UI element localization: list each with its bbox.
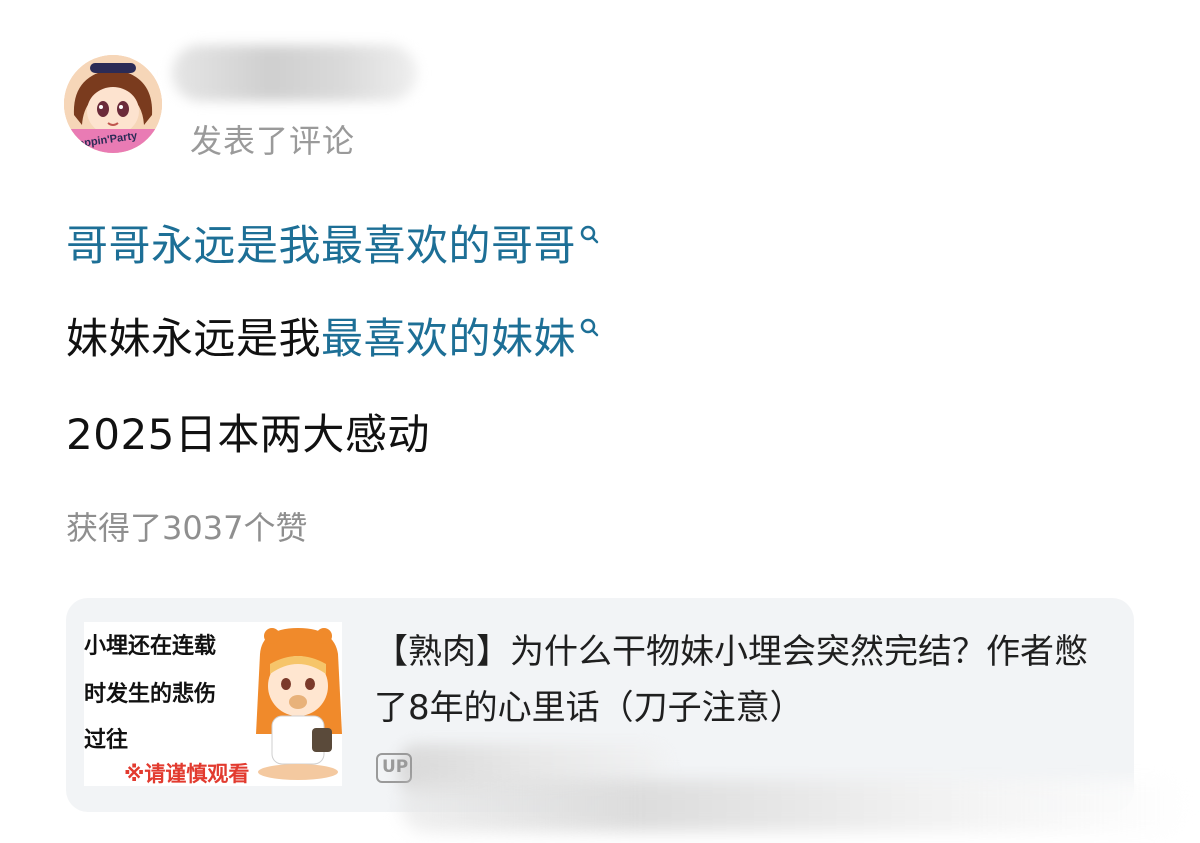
video-thumbnail[interactable]: 小埋还在连载 时发生的悲伤 过往 ※请谨慎观看 — [84, 622, 342, 786]
thumbnail-caption-1: 小埋还在连载 — [84, 634, 217, 659]
avatar[interactable]: Poppin'Party — [64, 55, 162, 153]
search-link-2[interactable]: 最喜欢的妹妹 — [321, 314, 576, 363]
search-icon[interactable] — [578, 317, 600, 343]
comment-line-1: 哥哥永远是我最喜欢的哥哥 — [66, 220, 600, 272]
search-link-1[interactable]: 哥哥永远是我最喜欢的哥哥 — [66, 221, 576, 270]
thumbnail-caption-3: 过往 — [84, 728, 129, 753]
action-text: 发表了评论 — [190, 122, 356, 160]
comment-text-2: 妹妹永远是我 — [66, 314, 322, 363]
video-title[interactable]: 【熟肉】为什么干物妹小埋会突然完结？作者憋了8年的心里话（刀子注意） — [374, 624, 1094, 736]
up-badge-icon: UP — [376, 753, 412, 783]
avatar-image: Poppin'Party — [64, 55, 162, 153]
thumbnail-warning: ※请谨慎观看 — [124, 762, 250, 786]
username-redacted[interactable] — [172, 45, 417, 101]
comment-line-2: 妹妹永远是我最喜欢的妹妹 — [66, 313, 600, 365]
comment-line-3: 2025日本两大感动 — [66, 410, 430, 459]
search-icon[interactable] — [578, 224, 600, 250]
umaru-illustration — [256, 628, 342, 780]
likes-count: 获得了3037个赞 — [66, 509, 308, 547]
thumbnail-caption-2: 时发生的悲伤 — [84, 682, 217, 707]
redacted-overlay — [400, 780, 1190, 832]
